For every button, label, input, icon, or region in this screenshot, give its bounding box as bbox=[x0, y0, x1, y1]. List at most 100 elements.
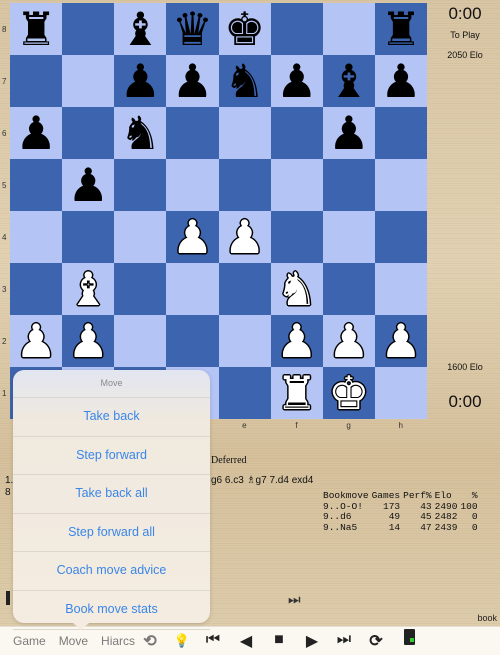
square-g4[interactable] bbox=[322, 211, 375, 263]
square-h7[interactable]: ♟ bbox=[374, 55, 427, 107]
square-d5[interactable] bbox=[166, 159, 219, 211]
white-pawn-icon[interactable]: ♟ bbox=[328, 318, 369, 364]
square-a3[interactable] bbox=[10, 263, 63, 315]
tab-move[interactable]: Move bbox=[59, 634, 88, 648]
square-b3[interactable]: ♝ bbox=[62, 263, 115, 315]
white-king-icon[interactable]: ♚ bbox=[328, 370, 369, 416]
black-pawn-icon[interactable]: ♟ bbox=[120, 58, 161, 104]
black-queen-icon[interactable]: ♛ bbox=[172, 6, 213, 52]
skip-start-mini-icon[interactable] bbox=[6, 591, 10, 605]
square-h3[interactable] bbox=[374, 263, 427, 315]
square-g3[interactable] bbox=[322, 263, 375, 315]
table-row[interactable]: 9..Na5 14 47 2439 0 bbox=[323, 522, 481, 534]
first-move-icon[interactable]: ⏮ bbox=[203, 631, 223, 649]
square-d8[interactable]: ♛ bbox=[166, 3, 219, 55]
square-e4[interactable]: ♟ bbox=[218, 211, 271, 263]
take-back-all-item[interactable]: Take back all bbox=[13, 475, 210, 514]
square-f6[interactable] bbox=[270, 107, 323, 159]
square-b8[interactable] bbox=[62, 3, 115, 55]
square-c7[interactable]: ♟ bbox=[114, 55, 167, 107]
square-b7[interactable] bbox=[62, 55, 115, 107]
square-h1[interactable] bbox=[374, 367, 427, 419]
square-c3[interactable] bbox=[114, 263, 167, 315]
tab-hiarcs[interactable]: Hiarcs bbox=[101, 634, 135, 648]
square-f2[interactable]: ♟ bbox=[270, 315, 323, 367]
black-pawn-icon[interactable]: ♟ bbox=[276, 58, 317, 104]
square-e2[interactable] bbox=[218, 315, 271, 367]
white-pawn-icon[interactable]: ♟ bbox=[68, 318, 109, 364]
white-rook-icon[interactable]: ♜ bbox=[276, 370, 317, 416]
square-f1[interactable]: ♜ bbox=[270, 367, 323, 419]
square-b5[interactable]: ♟ bbox=[62, 159, 115, 211]
step-forward-all-item[interactable]: Step forward all bbox=[13, 514, 210, 553]
square-d4[interactable]: ♟ bbox=[166, 211, 219, 263]
square-h8[interactable]: ♜ bbox=[374, 3, 427, 55]
square-d2[interactable] bbox=[166, 315, 219, 367]
hint-lightbulb-icon[interactable]: 💡 bbox=[172, 633, 192, 649]
square-g6[interactable]: ♟ bbox=[322, 107, 375, 159]
refresh-icon[interactable]: ⟳ bbox=[366, 631, 386, 651]
square-h2[interactable]: ♟ bbox=[374, 315, 427, 367]
tab-game[interactable]: Game bbox=[13, 634, 46, 648]
square-d7[interactable]: ♟ bbox=[166, 55, 219, 107]
square-h6[interactable] bbox=[374, 107, 427, 159]
black-bishop-icon[interactable]: ♝ bbox=[328, 58, 369, 104]
square-g1[interactable]: ♚ bbox=[322, 367, 375, 419]
black-rook-icon[interactable]: ♜ bbox=[15, 6, 56, 52]
square-d3[interactable] bbox=[166, 263, 219, 315]
square-h4[interactable] bbox=[374, 211, 427, 263]
square-g2[interactable]: ♟ bbox=[322, 315, 375, 367]
square-c4[interactable] bbox=[114, 211, 167, 263]
black-bishop-icon[interactable]: ♝ bbox=[120, 6, 161, 52]
square-c6[interactable]: ♞ bbox=[114, 107, 167, 159]
last-move-icon[interactable]: ⏭ bbox=[334, 631, 354, 649]
square-f3[interactable]: ♞ bbox=[270, 263, 323, 315]
black-pawn-icon[interactable]: ♟ bbox=[380, 58, 421, 104]
square-e8[interactable]: ♚ bbox=[218, 3, 271, 55]
square-g8[interactable] bbox=[322, 3, 375, 55]
square-b4[interactable] bbox=[62, 211, 115, 263]
square-e1[interactable] bbox=[218, 367, 271, 419]
move-list[interactable]: g6 6.c3 ♗g7 7.d4 exd4 bbox=[211, 475, 313, 486]
black-pawn-icon[interactable]: ♟ bbox=[68, 162, 109, 208]
white-pawn-icon[interactable]: ♟ bbox=[276, 318, 317, 364]
square-f5[interactable] bbox=[270, 159, 323, 211]
square-a4[interactable] bbox=[10, 211, 63, 263]
black-rook-icon[interactable]: ♜ bbox=[380, 6, 421, 52]
square-a5[interactable] bbox=[10, 159, 63, 211]
square-f8[interactable] bbox=[270, 3, 323, 55]
engine-icon[interactable] bbox=[399, 629, 419, 650]
square-e3[interactable] bbox=[218, 263, 271, 315]
skip-end-icon[interactable]: ⏭ bbox=[288, 591, 301, 608]
square-e7[interactable]: ♞ bbox=[218, 55, 271, 107]
square-a2[interactable]: ♟ bbox=[10, 315, 63, 367]
square-a7[interactable] bbox=[10, 55, 63, 107]
square-h5[interactable] bbox=[374, 159, 427, 211]
square-a8[interactable]: ♜ bbox=[10, 3, 63, 55]
white-pawn-icon[interactable]: ♟ bbox=[15, 318, 56, 364]
square-d6[interactable] bbox=[166, 107, 219, 159]
square-g7[interactable]: ♝ bbox=[322, 55, 375, 107]
book-move-stats-item[interactable]: Book move stats bbox=[13, 591, 210, 630]
stop-icon[interactable]: ■ bbox=[269, 631, 289, 649]
square-c8[interactable]: ♝ bbox=[114, 3, 167, 55]
white-bishop-icon[interactable]: ♝ bbox=[68, 266, 109, 312]
black-knight-icon[interactable]: ♞ bbox=[120, 110, 161, 156]
coach-move-advice-item[interactable]: Coach move advice bbox=[13, 552, 210, 591]
white-knight-icon[interactable]: ♞ bbox=[276, 266, 317, 312]
black-pawn-icon[interactable]: ♟ bbox=[328, 110, 369, 156]
square-b6[interactable] bbox=[62, 107, 115, 159]
square-f4[interactable] bbox=[270, 211, 323, 263]
square-e6[interactable] bbox=[218, 107, 271, 159]
square-c5[interactable] bbox=[114, 159, 167, 211]
back-icon[interactable]: ◀ bbox=[236, 631, 256, 651]
square-g5[interactable] bbox=[322, 159, 375, 211]
white-pawn-icon[interactable]: ♟ bbox=[224, 214, 265, 260]
square-e5[interactable] bbox=[218, 159, 271, 211]
flip-board-icon[interactable]: ⟲ bbox=[140, 631, 160, 651]
white-pawn-icon[interactable]: ♟ bbox=[172, 214, 213, 260]
step-forward-item[interactable]: Step forward bbox=[13, 437, 210, 476]
black-pawn-icon[interactable]: ♟ bbox=[172, 58, 213, 104]
black-king-icon[interactable]: ♚ bbox=[224, 6, 265, 52]
forward-icon[interactable]: ▶ bbox=[302, 631, 322, 651]
